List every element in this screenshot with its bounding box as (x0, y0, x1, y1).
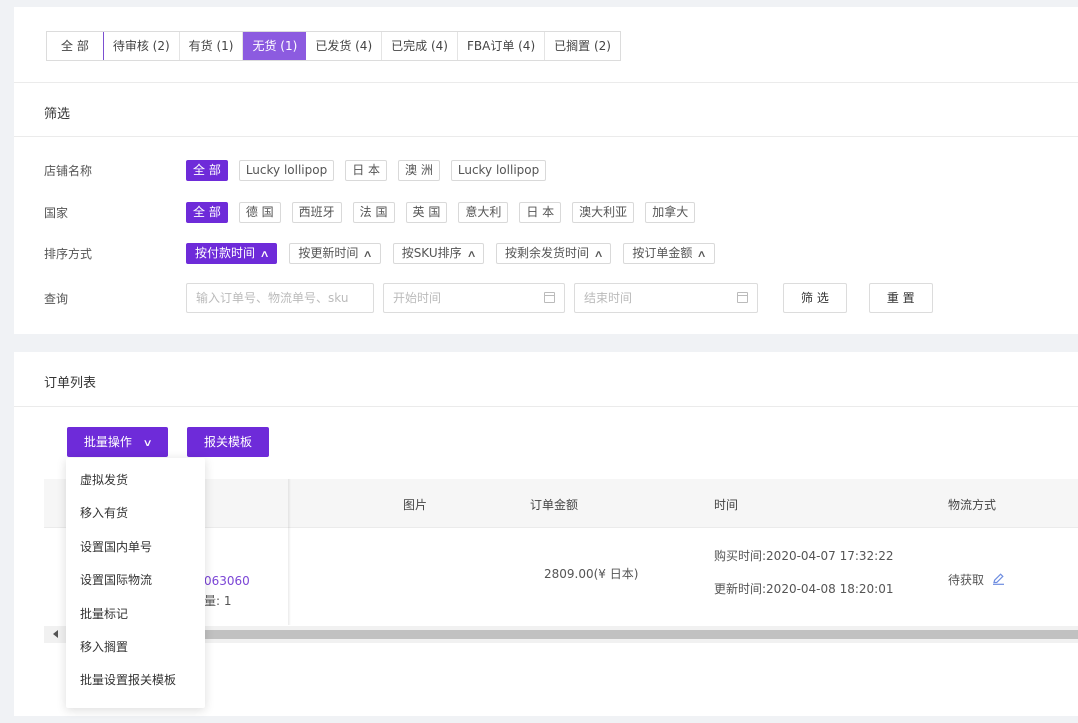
order-quantity: 量: 1 (204, 594, 232, 608)
update-time: 更新时间:2020-04-08 18:20:01 (714, 582, 894, 596)
batch-operation-button[interactable]: 批量操作 ∨ (67, 427, 168, 457)
tab-pending-review[interactable]: 待审核 (2) (104, 32, 180, 60)
filter-title: 筛选 (44, 107, 71, 122)
sort-by-update-time[interactable]: 按更新时间 ∧ (289, 242, 381, 264)
country-filter-label: 国家 (44, 205, 69, 220)
shop-option[interactable]: 澳 洲 (398, 159, 440, 181)
country-option[interactable]: 澳大利亚 (572, 201, 635, 223)
chevron-up-icon: ∧ (593, 248, 604, 260)
country-option[interactable]: 西班牙 (291, 201, 342, 223)
calendar-icon (737, 292, 748, 303)
purchase-time: 购买时间:2020-04-07 17:32:22 (714, 549, 894, 563)
sort-option-label: 按SKU排序 (401, 245, 462, 260)
country-filter-row: 国家 全 部 德 国 西班牙 法 国 英 国 意大利 日 本 澳大利亚 加拿大 (44, 201, 1078, 223)
menu-item-move-to-in-stock[interactable]: 移入有货 (66, 497, 205, 530)
country-option[interactable]: 意大利 (458, 201, 509, 223)
fixed-column-shadow (288, 479, 291, 625)
country-option[interactable]: 法 国 (352, 201, 395, 223)
tab-out-of-stock[interactable]: 无货 (1) (243, 32, 307, 60)
order-amount: 2809.00(¥ 日本) (544, 567, 639, 581)
column-header-image: 图片 (403, 498, 428, 512)
shop-option[interactable]: 日 本 (345, 159, 388, 181)
shop-option[interactable]: Lucky lollipop (238, 159, 335, 181)
calendar-icon (544, 292, 555, 303)
sort-option-label: 按更新时间 (298, 245, 359, 260)
filter-card: 筛选 店铺名称 全 部 Lucky lollipop 日 本 澳 洲 Lucky… (14, 82, 1078, 334)
sort-filter-row: 排序方式 按付款时间 ∧ 按更新时间 ∧ 按SKU排序 ∧ 按剩余发货时间 ∧ 按订单金… (44, 242, 1078, 264)
edit-pencil-icon[interactable] (992, 572, 1005, 585)
shop-filter-row: 店铺名称 全 部 Lucky lollipop 日 本 澳 洲 Lucky lo… (44, 159, 1078, 181)
keyword-search-input[interactable]: 输入订单号、物流单号、sku (186, 283, 374, 313)
tab-on-hold[interactable]: 已搁置 (2) (545, 32, 620, 60)
country-option[interactable]: 加拿大 (645, 201, 696, 223)
sort-option-label: 按剩余发货时间 (504, 245, 589, 260)
column-header-shipping: 物流方式 (948, 498, 997, 512)
menu-item-move-to-on-hold[interactable]: 移入搁置 (66, 631, 205, 664)
tab-shipped[interactable]: 已发货 (4) (306, 32, 383, 60)
menu-item-set-domestic-number[interactable]: 设置国内单号 (66, 531, 205, 564)
column-header-amount: 订单金额 (530, 498, 579, 512)
end-date-placeholder: 结束时间 (584, 291, 633, 305)
chevron-up-icon: ∧ (466, 248, 477, 260)
shipping-method-status: 待获取 (948, 573, 985, 587)
chevron-down-icon: ∨ (142, 438, 153, 449)
country-option[interactable]: 英 国 (405, 201, 448, 223)
shop-option-all[interactable]: 全 部 (186, 159, 228, 181)
chevron-up-icon: ∧ (696, 248, 708, 260)
menu-item-batch-mark[interactable]: 批量标记 (66, 598, 205, 631)
shop-option[interactable]: Lucky lollipop (450, 159, 547, 181)
query-label: 查询 (44, 291, 69, 306)
status-tabs: 全 部 待审核 (2) 有货 (1) 无货 (1) 已发货 (4) 已完成 (4… (46, 31, 621, 61)
filter-button[interactable]: 筛 选 (783, 283, 847, 313)
query-row: 查询 输入订单号、物流单号、sku 开始时间 结束时间 筛 选 重 置 (44, 283, 1078, 313)
order-number-link[interactable]: 063060 (204, 574, 250, 588)
scrollbar-thumb[interactable] (74, 630, 1078, 639)
country-option[interactable]: 德 国 (238, 201, 281, 223)
batch-operation-menu: 虚拟发货 移入有货 设置国内单号 设置国际物流 批量标记 移入搁置 批量设置报关… (66, 458, 205, 708)
start-date-input[interactable]: 开始时间 (383, 283, 565, 313)
menu-item-batch-customs-template[interactable]: 批量设置报关模板 (66, 664, 205, 697)
order-list-divider (14, 406, 1078, 407)
start-date-placeholder: 开始时间 (393, 291, 442, 305)
shop-filter-label: 店铺名称 (44, 163, 93, 178)
country-option[interactable]: 日 本 (519, 201, 562, 223)
reset-button[interactable]: 重 置 (868, 283, 933, 313)
order-list-title: 订单列表 (44, 376, 97, 391)
menu-item-set-international-shipping[interactable]: 设置国际物流 (66, 564, 205, 597)
tab-fba-orders[interactable]: FBA订单 (4) (458, 32, 546, 60)
sort-by-sku[interactable]: 按SKU排序 ∧ (392, 242, 484, 264)
chevron-up-icon: ∧ (259, 248, 270, 260)
sort-by-remaining-ship-time[interactable]: 按剩余发货时间 ∧ (495, 242, 612, 264)
end-date-input[interactable]: 结束时间 (574, 283, 758, 313)
tab-all[interactable]: 全 部 (47, 32, 104, 60)
country-option-all[interactable]: 全 部 (186, 201, 228, 223)
shipping-method-cell: 待获取 (948, 571, 1005, 588)
sort-option-label: 按付款时间 (195, 245, 256, 260)
chevron-up-icon: ∧ (362, 248, 374, 260)
sort-filter-label: 排序方式 (44, 246, 93, 261)
sort-by-payment-time[interactable]: 按付款时间 ∧ (186, 242, 278, 264)
column-header-time: 时间 (714, 498, 739, 512)
menu-item-virtual-ship[interactable]: 虚拟发货 (66, 464, 205, 497)
customs-template-button[interactable]: 报关模板 (187, 427, 269, 457)
batch-operation-label: 批量操作 (83, 435, 132, 449)
sort-option-label: 按订单金额 (632, 245, 693, 260)
tab-completed[interactable]: 已完成 (4) (382, 32, 458, 60)
scroll-left-arrow-icon[interactable] (53, 630, 58, 638)
sort-by-order-amount[interactable]: 按订单金额 ∧ (623, 242, 715, 264)
filter-divider (14, 136, 1078, 137)
status-tabs-card: 全 部 待审核 (2) 有货 (1) 无货 (1) 已发货 (4) 已完成 (4… (14, 7, 1078, 82)
tab-in-stock[interactable]: 有货 (1) (180, 32, 244, 60)
